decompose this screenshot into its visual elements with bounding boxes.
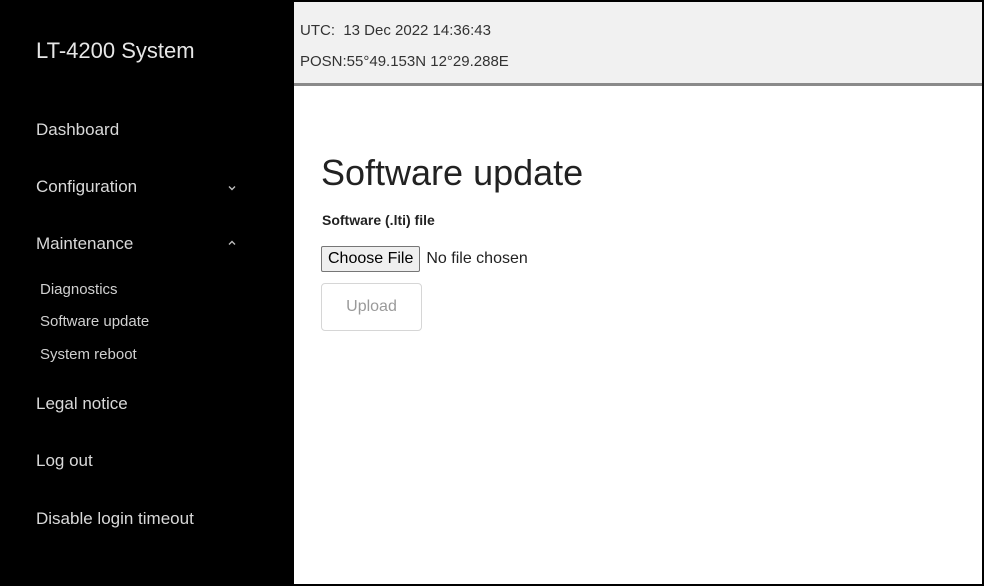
sidebar-item-dashboard[interactable]: Dashboard [36, 120, 119, 140]
sidebar-item-configuration[interactable]: Configuration [36, 177, 137, 197]
sidebar-item-log-out[interactable]: Log out [36, 451, 93, 471]
chevron-up-icon[interactable] [224, 235, 240, 251]
file-field-label: Software (.lti) file [322, 212, 435, 228]
utc-time: UTC: 13 Dec 2022 14:36:43 [300, 22, 491, 39]
main-content: Software update Software (.lti) file Cho… [294, 86, 982, 584]
file-input: Choose File No file chosen [321, 246, 528, 272]
sidebar-subitem-system-reboot[interactable]: System reboot [40, 346, 137, 363]
status-bar: UTC: 13 Dec 2022 14:36:43 POSN:55°49.153… [294, 2, 982, 86]
choose-file-button[interactable]: Choose File [321, 246, 421, 272]
sidebar: LT-4200 System Dashboard Configuration M… [2, 2, 294, 584]
gps-position: POSN:55°49.153N 12°29.288E [300, 53, 509, 70]
sidebar-item-disable-login-timeout[interactable]: Disable login timeout [36, 509, 194, 529]
sidebar-subitem-software-update[interactable]: Software update [40, 313, 149, 330]
sidebar-subitem-diagnostics[interactable]: Diagnostics [40, 281, 118, 298]
upload-button[interactable]: Upload [321, 283, 422, 331]
app-brand: LT-4200 System [36, 38, 195, 63]
page-title: Software update [321, 152, 584, 193]
chevron-down-icon[interactable] [224, 180, 240, 196]
sidebar-item-legal-notice[interactable]: Legal notice [36, 394, 128, 414]
sidebar-item-maintenance[interactable]: Maintenance [36, 234, 133, 254]
file-status-text: No file chosen [426, 250, 528, 267]
